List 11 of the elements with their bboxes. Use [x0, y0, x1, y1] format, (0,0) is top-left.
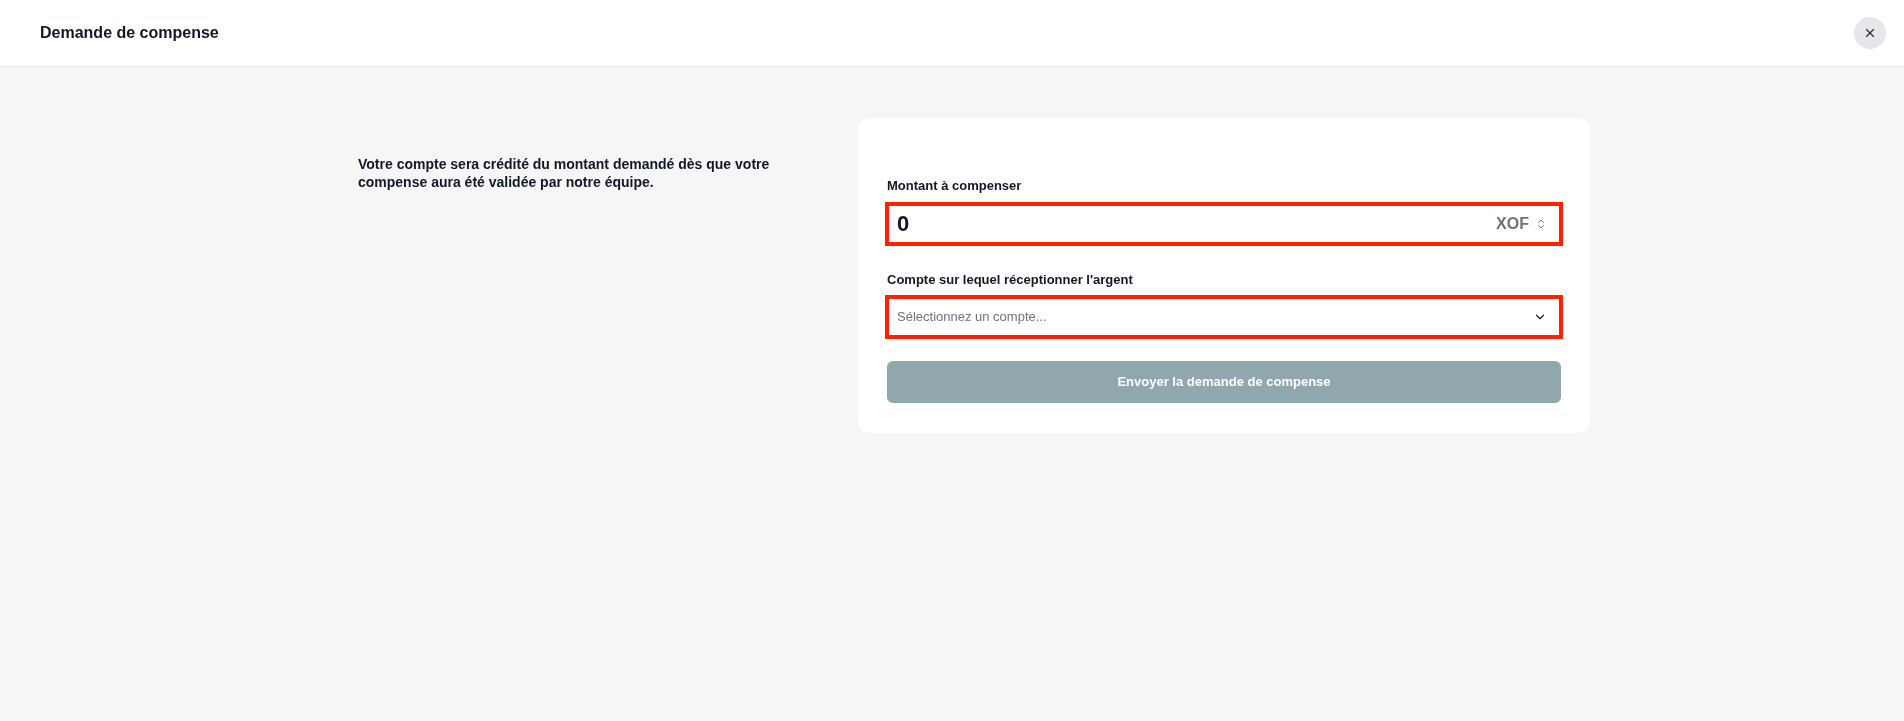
currency-select[interactable]: XOF: [1496, 211, 1547, 236]
intro-text: Votre compte sera crédité du montant demandé dès que votre compense aura été validée par notre équipe.: [358, 155, 771, 191]
amount-value: 0: [897, 212, 910, 235]
field-label: Compte sur lequel réceptionner l'argent: [886, 270, 1134, 289]
amount-field[interactable]: 0 XOF: [885, 201, 1563, 246]
close-icon: [1863, 26, 1877, 40]
account-select[interactable]: Sélectionnez un compte...: [885, 295, 1563, 339]
window-title: Demande de compense: [40, 23, 219, 43]
field-label: Montant à compenser: [886, 177, 1023, 195]
close-button[interactable]: [1854, 17, 1886, 49]
chevrons-up-down-icon: [1535, 217, 1547, 230]
